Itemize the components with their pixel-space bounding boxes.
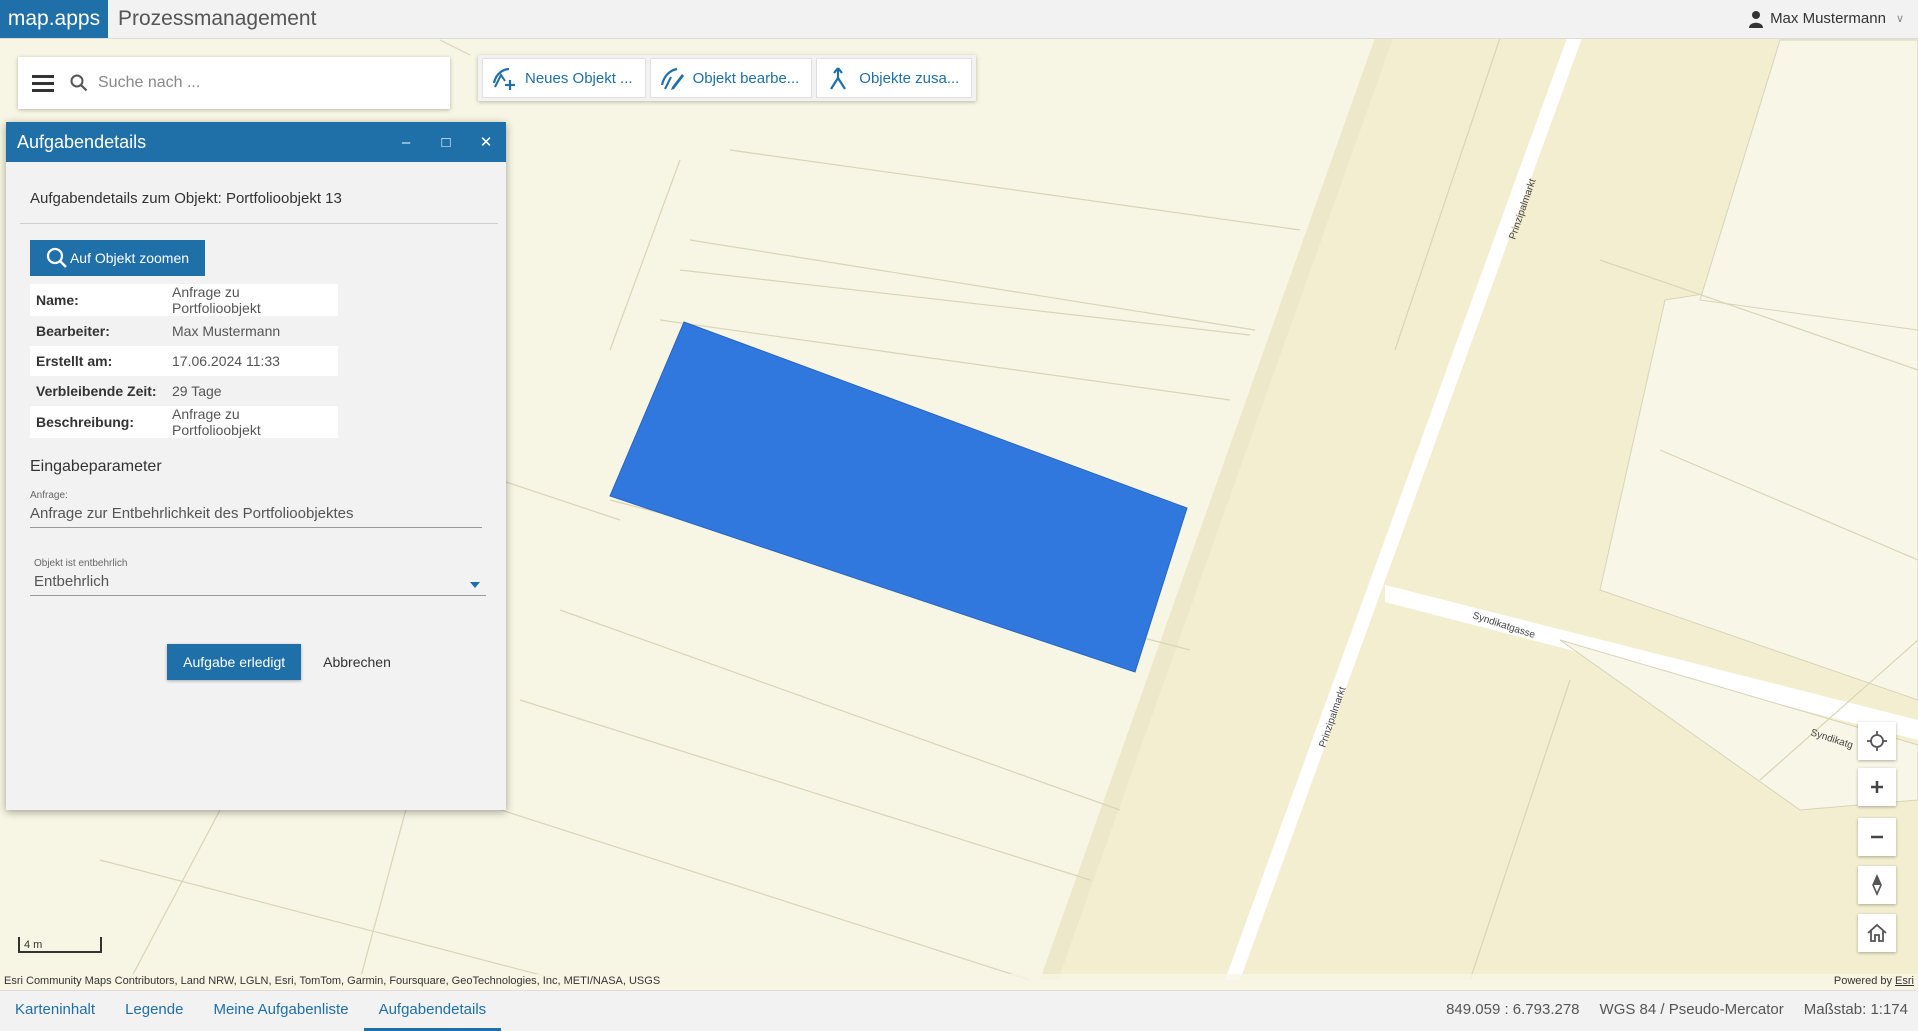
maximize-icon[interactable]: □ bbox=[426, 134, 466, 151]
tab-legende[interactable]: Legende bbox=[110, 991, 198, 1031]
powered-by-text: Powered by bbox=[1833, 975, 1892, 987]
app-logo[interactable]: map.apps bbox=[0, 0, 108, 38]
app-header: map.apps Prozessmanagement Max Musterman… bbox=[0, 0, 1918, 39]
new-object-label: Neues Objekt ... bbox=[525, 69, 633, 87]
menu-icon[interactable] bbox=[32, 74, 54, 92]
edit-object-button[interactable]: Objekt bearbe... bbox=[649, 58, 813, 98]
minus-icon bbox=[1871, 835, 1883, 839]
merge-objects-button[interactable]: Objekte zusa... bbox=[816, 58, 973, 98]
task-done-button[interactable]: Aufgabe erledigt bbox=[167, 644, 302, 680]
zoom-out-button[interactable] bbox=[1858, 818, 1896, 856]
property-row: Verbleibende Zeit: 29 Tage bbox=[30, 376, 338, 406]
scale-bar: 4 m bbox=[18, 937, 102, 953]
request-label: Anfrage: bbox=[30, 490, 68, 501]
request-value: Anfrage zur Entbehrlichkeit des Portfoli… bbox=[30, 505, 354, 522]
object-heading: Aufgabendetails zum Objekt: Portfolioobj… bbox=[20, 190, 498, 224]
attribution-bar: Esri Community Maps Contributors, Land N… bbox=[0, 974, 1918, 990]
property-key: Name: bbox=[30, 284, 166, 316]
property-key: Erstellt am: bbox=[30, 346, 166, 376]
property-value: 17.06.2024 11:33 bbox=[166, 346, 338, 376]
task-properties-table: Name: Anfrage zu Portfolioobjekt Bearbei… bbox=[30, 284, 338, 438]
compass-icon bbox=[1872, 874, 1882, 896]
edit-object-icon bbox=[660, 67, 684, 90]
edit-object-label: Objekt bearbe... bbox=[692, 69, 800, 87]
property-row: Erstellt am: 17.06.2024 11:33 bbox=[30, 346, 338, 376]
status-info: 849.059 : 6.793.278 WGS 84 / Pseudo-Merc… bbox=[1446, 991, 1908, 1029]
cancel-button[interactable]: Abbrechen bbox=[323, 654, 391, 670]
app-title: Prozessmanagement bbox=[118, 7, 317, 30]
zoom-to-object-button[interactable]: Auf Objekt zoomen bbox=[30, 240, 205, 276]
dialog-title: Aufgabendetails bbox=[17, 131, 147, 152]
dispensable-select[interactable]: Objekt ist entbehrlich Entbehrlich bbox=[30, 558, 486, 596]
property-row: Bearbeiter: Max Mustermann bbox=[30, 316, 338, 346]
new-object-icon bbox=[492, 67, 515, 90]
locate-button[interactable] bbox=[1858, 722, 1896, 760]
locate-icon bbox=[1867, 731, 1887, 751]
search-icon bbox=[70, 74, 88, 92]
select-label: Objekt ist entbehrlich bbox=[34, 558, 128, 569]
edit-toolbar: Neues Objekt ... Objekt bearbe... Objekt… bbox=[478, 55, 977, 101]
caret-down-icon[interactable] bbox=[470, 582, 480, 588]
select-value: Entbehrlich bbox=[34, 573, 110, 590]
powered-by: Powered by Esri bbox=[1834, 975, 1914, 987]
user-icon bbox=[1749, 11, 1764, 28]
user-name: Max Mustermann bbox=[1770, 10, 1886, 27]
task-details-dialog: Aufgabendetails – □ ✕ Aufgabendetails zu… bbox=[6, 122, 506, 810]
merge-icon bbox=[830, 67, 847, 90]
new-object-button[interactable]: Neues Objekt ... bbox=[482, 58, 646, 98]
scale-readout: Maßstab: 1:174 bbox=[1803, 1001, 1908, 1018]
chevron-down-icon: ∨ bbox=[1895, 13, 1904, 25]
request-field[interactable]: Anfrage: Anfrage zur Entbehrlichkeit des… bbox=[30, 490, 482, 528]
compass-button[interactable] bbox=[1858, 866, 1896, 904]
plus-icon bbox=[1871, 781, 1883, 793]
minimize-icon[interactable]: – bbox=[386, 134, 426, 151]
projection-label[interactable]: WGS 84 / Pseudo-Mercator bbox=[1600, 991, 1784, 1029]
attribution-text: Esri Community Maps Contributors, Land N… bbox=[4, 975, 661, 987]
home-icon bbox=[1867, 923, 1887, 942]
property-row: Beschreibung: Anfrage zu Portfolioobjekt bbox=[30, 406, 338, 438]
close-icon[interactable]: ✕ bbox=[466, 133, 506, 151]
property-value: 29 Tage bbox=[172, 383, 222, 399]
bottom-tabs: Karteninhalt Legende Meine Aufgabenliste… bbox=[0, 991, 502, 1031]
tab-karteninhalt[interactable]: Karteninhalt bbox=[0, 991, 110, 1031]
esri-link[interactable]: Esri bbox=[1895, 975, 1914, 987]
search-input[interactable] bbox=[96, 73, 420, 93]
property-row: Name: Anfrage zu Portfolioobjekt bbox=[30, 284, 338, 316]
property-key: Beschreibung: bbox=[30, 406, 166, 438]
merge-objects-label: Objekte zusa... bbox=[859, 69, 960, 87]
zoom-in-button[interactable] bbox=[1858, 768, 1896, 806]
input-parameters-heading: Eingabeparameter bbox=[30, 458, 162, 475]
zoom-button-label: Auf Objekt zoomen bbox=[69, 250, 190, 266]
property-value: Anfrage zu Portfolioobjekt bbox=[166, 284, 338, 316]
tab-meine-aufgabenliste[interactable]: Meine Aufgabenliste bbox=[198, 991, 363, 1031]
zoom-icon bbox=[46, 247, 67, 268]
tab-aufgabendetails[interactable]: Aufgabendetails bbox=[363, 991, 502, 1031]
user-menu[interactable]: Max Mustermann ∨ bbox=[1748, 0, 1904, 38]
property-value: Anfrage zu Portfolioobjekt bbox=[166, 406, 338, 438]
coordinate-readout: 849.059 : 6.793.278 bbox=[1446, 1001, 1580, 1018]
bottom-bar: Karteninhalt Legende Meine Aufgabenliste… bbox=[0, 990, 1918, 1031]
property-key: Verbleibende Zeit: bbox=[36, 383, 157, 399]
property-key: Bearbeiter: bbox=[36, 323, 110, 339]
home-button[interactable] bbox=[1858, 914, 1896, 952]
search-bar bbox=[18, 57, 450, 109]
property-value: Max Mustermann bbox=[172, 323, 281, 339]
dialog-header[interactable]: Aufgabendetails – □ ✕ bbox=[6, 122, 506, 162]
